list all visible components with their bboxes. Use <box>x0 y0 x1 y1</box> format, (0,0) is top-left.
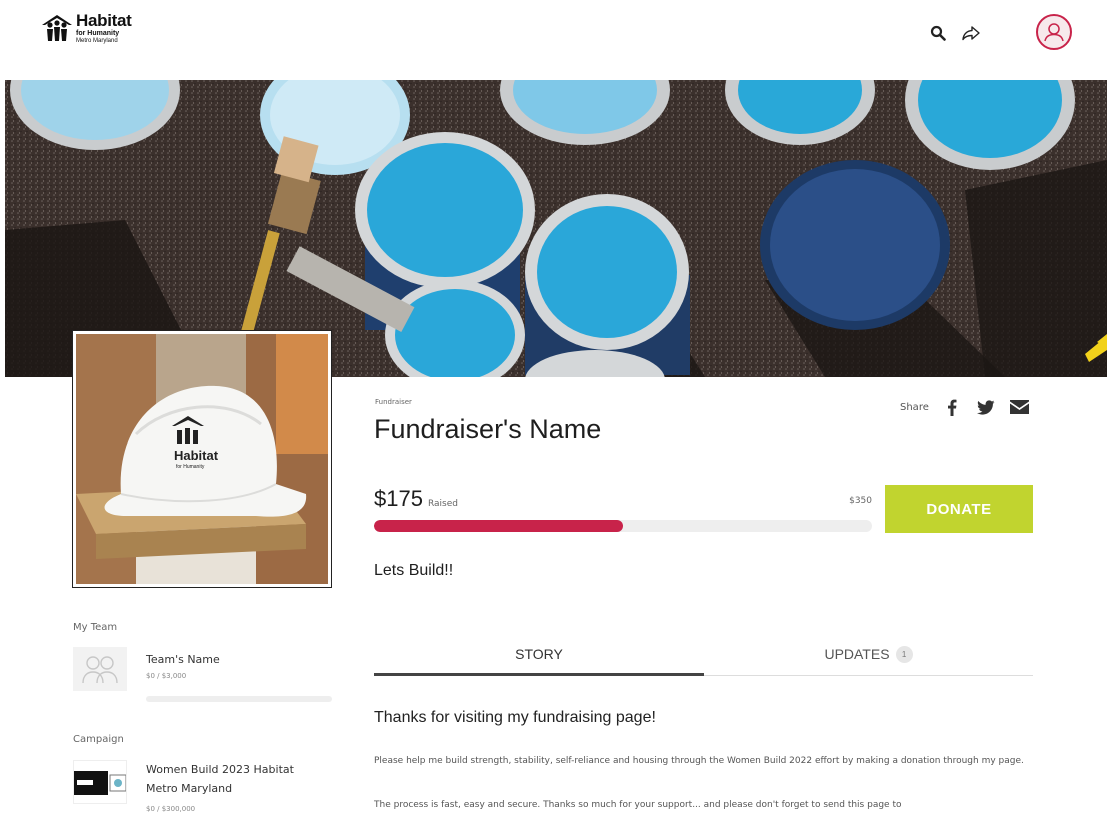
fundraiser-progress-bar <box>374 520 872 532</box>
fundraiser-label: Fundraiser <box>375 398 412 406</box>
svg-text:Habitat: Habitat <box>174 448 219 463</box>
campaign-amount: $0 / $300,000 <box>146 805 196 813</box>
campaign-label: Campaign <box>73 734 124 745</box>
tab-updates[interactable]: UPDATES 1 <box>704 632 1033 676</box>
my-team-label: My Team <box>73 622 118 633</box>
active-tab-indicator <box>374 673 704 676</box>
fundraiser-progress-fill <box>374 520 623 532</box>
story-title: Thanks for visiting my fundraising page! <box>374 709 656 726</box>
raised-row: $175 Raised <box>374 486 458 512</box>
email-icon[interactable] <box>1009 398 1031 416</box>
yellow-arrow-icon <box>1085 334 1107 362</box>
brand-line3: Metro Maryland <box>76 38 118 44</box>
raised-label: Raised <box>427 499 458 509</box>
story-paragraph-2: The process is fast, easy and secure. Th… <box>374 800 902 810</box>
team-avatar[interactable] <box>73 647 127 691</box>
search-icon[interactable] <box>927 22 949 44</box>
content-tabs: STORY UPDATES 1 <box>374 632 1033 678</box>
user-avatar-button[interactable] <box>1036 14 1072 50</box>
share-icon[interactable] <box>960 22 982 44</box>
donate-button[interactable]: DONATE <box>885 485 1033 533</box>
story-paragraph-1: Please help me build strength, stability… <box>374 756 1024 766</box>
share-label: Share <box>900 401 929 413</box>
raised-amount: $175 <box>374 486 423 511</box>
fundraiser-photo: Habitat for Humanity <box>73 331 331 587</box>
site-header: Habitat for Humanity Metro Maryland <box>0 0 1107 80</box>
tab-story-label: STORY <box>515 646 563 662</box>
campaign-name-link[interactable]: Women Build 2023 Habitat Metro Maryland <box>146 760 326 798</box>
svg-text:for Humanity: for Humanity <box>176 464 205 470</box>
habitat-logo[interactable]: Habitat for Humanity Metro Maryland <box>40 12 132 44</box>
brand-line2: for Humanity <box>76 30 120 37</box>
share-row: Share <box>900 398 1031 416</box>
campaign-thumbnail[interactable] <box>73 760 127 804</box>
tab-story[interactable]: STORY <box>374 632 704 676</box>
team-progress-bar <box>146 696 332 702</box>
facebook-icon[interactable] <box>941 398 963 416</box>
tab-updates-label: UPDATES <box>824 646 890 662</box>
fundraiser-tagline: Lets Build!! <box>374 562 454 579</box>
team-amount: $0 / $3,000 <box>146 672 187 680</box>
twitter-icon[interactable] <box>975 398 997 416</box>
team-name-link[interactable]: Team's Name <box>146 653 220 666</box>
goal-amount: $350 <box>849 496 872 506</box>
brand-name: Habitat <box>76 11 132 30</box>
updates-count-badge: 1 <box>895 645 913 663</box>
fundraiser-name: Fundraiser's Name <box>374 414 602 444</box>
team-icon <box>82 656 118 684</box>
user-icon <box>1044 23 1064 42</box>
habitat-house-logo-icon <box>42 15 72 41</box>
